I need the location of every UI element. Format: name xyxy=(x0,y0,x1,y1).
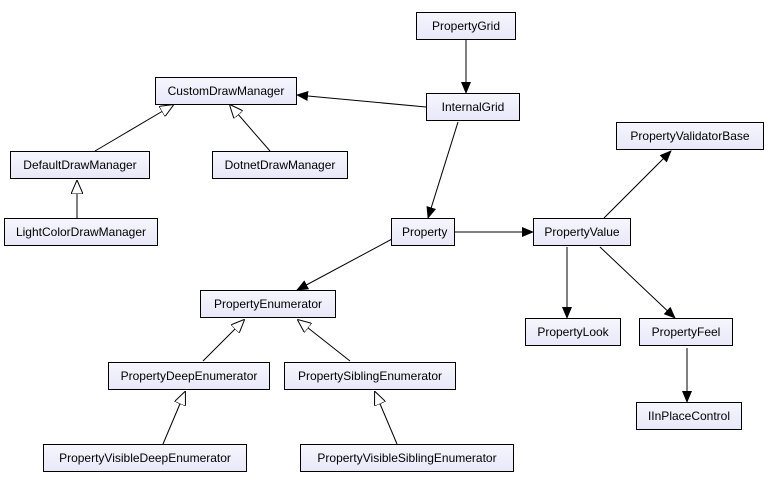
node-lightcolordrawmanager: LightColorDrawManager xyxy=(4,218,158,246)
node-propertydeepenumerator: PropertyDeepEnumerator xyxy=(108,362,270,390)
node-propertyvisibledeepenumerator: PropertyVisibleDeepEnumerator xyxy=(43,444,247,472)
node-propertylook: PropertyLook xyxy=(525,318,621,346)
edge-dotnetdrawmanager-customdrawmanager xyxy=(230,105,270,151)
edge-propertyvisiblesiblingenumerator-propertysiblingenumerator xyxy=(375,392,397,444)
node-customdrawmanager: CustomDrawManager xyxy=(155,77,297,105)
node-propertysiblingenumerator: PropertySiblingEnumerator xyxy=(284,362,456,390)
node-propertyvalidatorbase: PropertyValidatorBase xyxy=(616,122,764,150)
edge-propertydeepenumerator-propertyenumerator xyxy=(203,320,244,361)
node-property: Property xyxy=(391,218,455,246)
node-propertyenumerator: PropertyEnumerator xyxy=(200,290,336,318)
edge-property-propertyenumerator xyxy=(297,238,394,290)
node-internalgrid: InternalGrid xyxy=(426,93,520,121)
node-iinplacecontrol: IInPlaceControl xyxy=(636,402,742,430)
node-propertyvisiblesiblingenumerator: PropertyVisibleSiblingEnumerator xyxy=(300,444,514,472)
edge-propertyvalue-propertyfeel xyxy=(600,247,675,318)
node-defaultdrawmanager: DefaultDrawManager xyxy=(10,151,150,179)
edge-propertysiblingenumerator-propertyenumerator xyxy=(298,320,350,361)
edge-internalgrid-customdrawmanager xyxy=(297,95,426,107)
edge-defaultdrawmanager-customdrawmanager xyxy=(95,105,173,151)
edge-propertyvisibledeepenumerator-propertydeepenumerator xyxy=(163,392,185,444)
node-dotnetdrawmanager: DotnetDrawManager xyxy=(212,151,348,179)
node-propertygrid: PropertyGrid xyxy=(416,12,516,40)
node-propertyvalue: PropertyValue xyxy=(533,218,631,246)
edge-internalgrid-property xyxy=(428,122,458,218)
edge-propertyvalue-propertyvalidatorbase xyxy=(604,151,671,218)
node-propertyfeel: PropertyFeel xyxy=(639,318,733,346)
